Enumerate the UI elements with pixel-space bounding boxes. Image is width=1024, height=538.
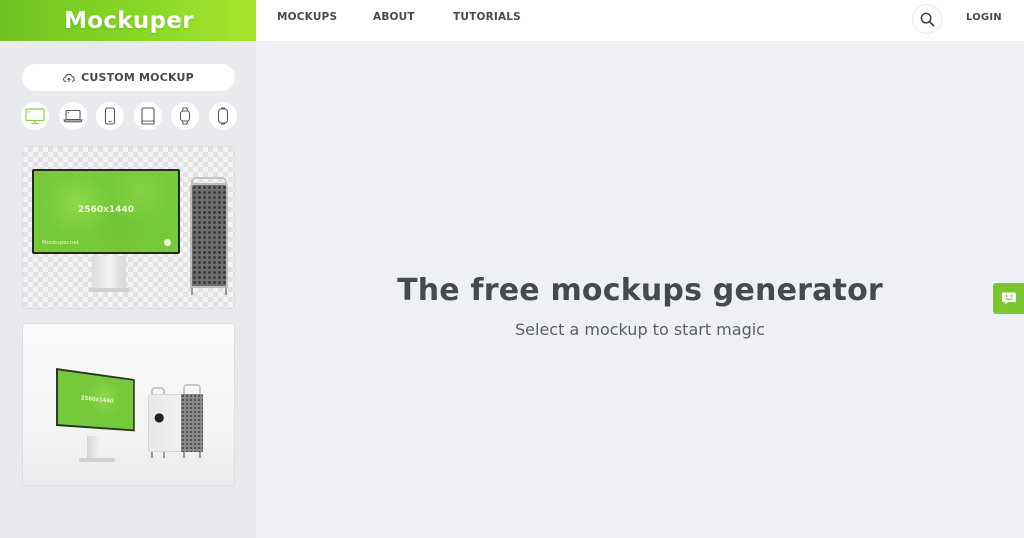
- tablet-icon: [141, 107, 155, 125]
- tower-leg: [191, 288, 193, 295]
- device-filter-desktop[interactable]: [21, 102, 49, 130]
- nav-about[interactable]: ABOUT: [373, 11, 415, 23]
- logo-bar[interactable]: Mockuper: [0, 0, 256, 41]
- search-button[interactable]: [912, 4, 942, 34]
- nav-tutorials[interactable]: TUTORIALS: [453, 11, 521, 23]
- device-filter-phone[interactable]: [96, 102, 125, 130]
- tower-leg: [151, 452, 153, 458]
- custom-mockup-label: CUSTOM MOCKUP: [81, 71, 194, 84]
- mockup-screen: 2560x1440 Mockuper.net: [32, 169, 180, 254]
- monitor-stand: [92, 256, 126, 291]
- rounded-device-icon: [217, 107, 229, 125]
- logo[interactable]: Mockuper: [64, 8, 194, 34]
- device-filter-watch[interactable]: [171, 102, 200, 130]
- tower-grill: [181, 394, 203, 452]
- mockup-screen: 2560x1440: [56, 368, 135, 432]
- tower-leg: [199, 452, 201, 458]
- nav-mockups[interactable]: MOCKUPS: [277, 11, 337, 23]
- hero-subtitle: Select a mockup to start magic: [515, 320, 765, 339]
- device-filter-tablet[interactable]: [133, 102, 162, 130]
- feedback-button[interactable]: [993, 283, 1024, 314]
- monitor-stand: [87, 436, 99, 460]
- device-filter-laptop[interactable]: [58, 102, 87, 130]
- tower-leg: [225, 288, 227, 295]
- apple-logo-icon: ●: [154, 410, 165, 424]
- screen-resolution: 2560x1440: [80, 394, 114, 405]
- monitor-stand-base: [79, 458, 115, 462]
- phone-icon: [105, 107, 116, 125]
- device-filter-other[interactable]: [208, 102, 237, 130]
- mockup-card-front[interactable]: 2560x1440 Mockuper.net: [22, 146, 235, 309]
- device-filter-row: [21, 102, 237, 130]
- custom-mockup-button[interactable]: CUSTOM MOCKUP: [22, 64, 235, 91]
- login-link[interactable]: LOGIN: [966, 12, 1002, 23]
- monitor-icon: [25, 107, 45, 124]
- cloud-upload-icon: [63, 73, 75, 82]
- mac-pro-tower: [190, 183, 228, 288]
- screen-resolution: 2560x1440: [78, 205, 134, 215]
- hero-title: The free mockups generator: [397, 273, 883, 308]
- laptop-icon: [62, 109, 83, 123]
- sidebar: CUSTOM MOCKUP 2560x1440 Mockuper.net 256…: [0, 41, 256, 538]
- smiley-chat-icon: [1001, 292, 1016, 305]
- top-navigation: MOCKUPS ABOUT TUTORIALS LOGIN: [256, 0, 1024, 41]
- tower-leg: [163, 452, 165, 458]
- monitor-stand-base: [89, 288, 129, 292]
- brand-badge-icon: [164, 239, 171, 246]
- screen-brand: Mockuper.net: [42, 240, 80, 246]
- tower-leg: [183, 452, 185, 458]
- search-icon: [920, 12, 934, 26]
- watch-icon: [180, 107, 191, 125]
- mockup-card-perspective[interactable]: 2560x1440 ●: [22, 323, 235, 486]
